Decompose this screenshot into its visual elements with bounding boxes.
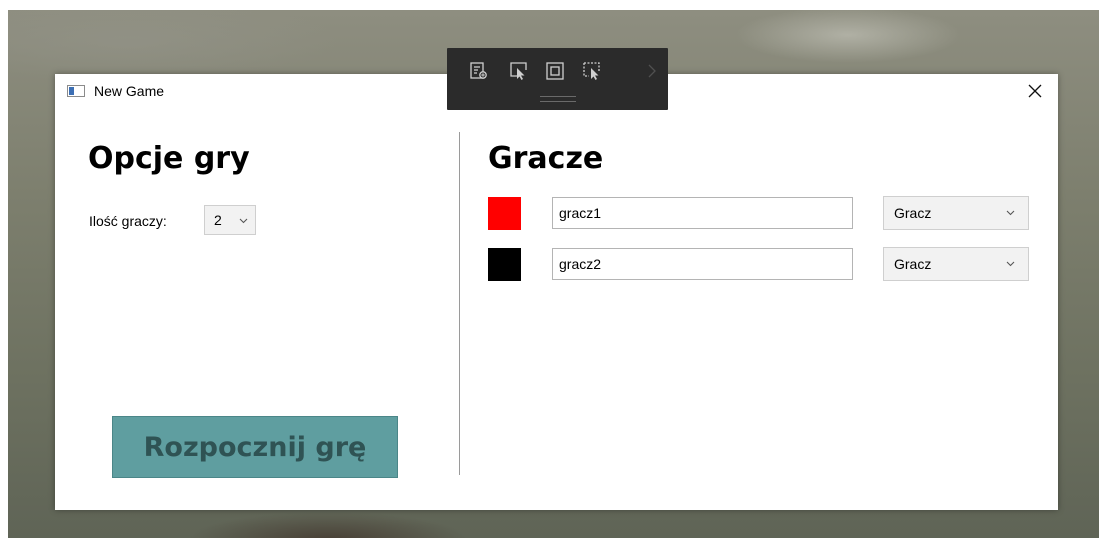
players-heading: Gracze bbox=[488, 141, 604, 176]
player-row: Gracz bbox=[55, 196, 1058, 232]
player-type-dropdown[interactable]: Gracz bbox=[883, 247, 1029, 281]
player-color-swatch[interactable] bbox=[488, 197, 521, 230]
debug-toolbar bbox=[447, 48, 668, 110]
player-row: Gracz bbox=[55, 247, 1058, 283]
app-window-icon bbox=[67, 85, 85, 97]
close-button[interactable] bbox=[1022, 78, 1048, 104]
live-visual-tree-button[interactable] bbox=[468, 60, 490, 82]
window-title: New Game bbox=[94, 83, 165, 99]
chevron-right-icon[interactable] bbox=[646, 62, 658, 80]
track-focus-icon bbox=[583, 62, 600, 80]
track-focus-button[interactable] bbox=[581, 60, 603, 82]
select-element-button[interactable] bbox=[508, 60, 530, 82]
options-heading: Opcje gry bbox=[88, 141, 250, 176]
player-name-input[interactable] bbox=[552, 248, 853, 280]
player-name-input[interactable] bbox=[552, 197, 853, 229]
display-layout-adorners-icon bbox=[546, 62, 564, 80]
start-game-button[interactable]: Rozpocznij grę bbox=[112, 416, 398, 478]
display-layout-adorners-button[interactable] bbox=[544, 60, 566, 82]
panel-divider bbox=[459, 132, 460, 475]
player-type-value: Gracz bbox=[894, 205, 932, 221]
player-color-swatch[interactable] bbox=[488, 248, 521, 281]
select-element-icon bbox=[510, 62, 527, 80]
chevron-down-icon bbox=[1006, 261, 1015, 267]
chevron-down-icon bbox=[1006, 210, 1015, 216]
live-visual-tree-icon bbox=[470, 62, 487, 79]
start-game-button-label: Rozpocznij grę bbox=[143, 431, 367, 463]
close-icon bbox=[1028, 84, 1042, 98]
new-game-window: New Game Opcje gry Ilość graczy: 2 Rozpo… bbox=[55, 74, 1058, 510]
player-type-dropdown[interactable]: Gracz bbox=[883, 196, 1029, 230]
toolbar-drag-handle[interactable] bbox=[540, 96, 576, 102]
player-type-value: Gracz bbox=[894, 256, 932, 272]
